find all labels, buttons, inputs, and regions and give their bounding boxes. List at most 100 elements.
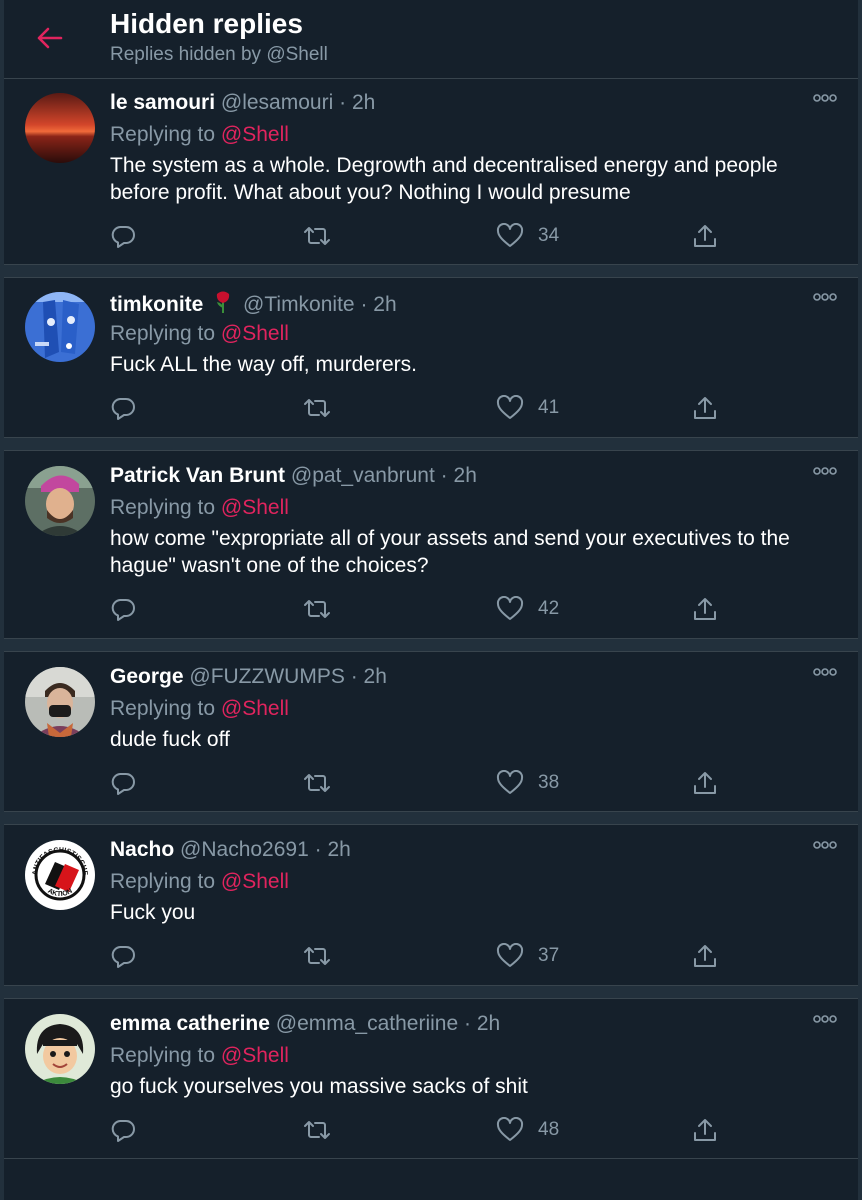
like-button[interactable]: 34 xyxy=(496,221,559,251)
timestamp[interactable]: 2h xyxy=(327,838,350,861)
tweet-header: emma catherine @emma_catheriine · 2h xyxy=(110,1012,501,1035)
tweet-header: George @FUZZWUMPS · 2h xyxy=(110,665,387,688)
mention-link[interactable]: @Shell xyxy=(221,870,289,893)
display-name[interactable]: timkonite xyxy=(110,293,203,316)
timestamp[interactable]: 2h xyxy=(364,665,387,688)
replying-to-label: Replying to xyxy=(110,1044,216,1067)
avatar[interactable] xyxy=(25,667,95,737)
share-icon xyxy=(694,225,716,247)
avatar[interactable] xyxy=(25,466,95,536)
mention-link[interactable]: @Shell xyxy=(221,496,289,519)
share-button[interactable] xyxy=(692,941,718,971)
timestamp[interactable]: 2h xyxy=(477,1012,500,1035)
retweet-button[interactable] xyxy=(302,941,332,971)
like-count: 37 xyxy=(538,945,560,966)
tweet-text: go fuck yourselves you massive sacks of … xyxy=(110,1075,528,1098)
reply-button[interactable] xyxy=(110,1115,136,1145)
user-handle[interactable]: @Timkonite xyxy=(243,293,355,316)
more-icon[interactable] xyxy=(812,1012,838,1026)
replying-to-label: Replying to xyxy=(110,322,216,345)
reply-button[interactable] xyxy=(110,594,136,624)
tweet[interactable]: timkonite @Timkonite · 2h Replying to @S… xyxy=(4,278,858,436)
action-bar: 42 xyxy=(110,594,830,624)
tweet-text: how come "expropriate all of your assets… xyxy=(110,527,790,577)
mention-link[interactable]: @Shell xyxy=(221,1044,289,1067)
share-button[interactable] xyxy=(692,393,718,423)
reply-button[interactable] xyxy=(110,221,136,251)
more-icon[interactable] xyxy=(812,91,838,105)
retweet-button[interactable] xyxy=(302,594,332,624)
divider xyxy=(4,985,858,999)
like-count: 34 xyxy=(538,225,560,246)
user-handle[interactable]: @Nacho2691 xyxy=(180,838,309,861)
like-button[interactable]: 48 xyxy=(496,1115,559,1145)
reply-button[interactable] xyxy=(110,768,136,798)
more-icon[interactable] xyxy=(812,665,838,679)
replying-to: Replying to @Shell xyxy=(110,123,289,147)
reply-icon xyxy=(111,599,135,621)
timestamp[interactable]: 2h xyxy=(373,293,396,316)
reply-button[interactable] xyxy=(110,941,136,971)
back-button[interactable] xyxy=(34,22,66,54)
like-icon xyxy=(496,943,524,967)
more-icon[interactable] xyxy=(812,838,838,852)
like-count: 38 xyxy=(538,772,560,793)
retweet-button[interactable] xyxy=(302,1115,332,1145)
action-bar: 34 xyxy=(110,221,830,251)
like-icon xyxy=(496,1117,524,1141)
like-count: 41 xyxy=(538,397,560,418)
retweet-button[interactable] xyxy=(302,768,332,798)
tweet[interactable]: emma catherine @emma_catheriine · 2h Rep… xyxy=(4,1000,858,1159)
tweet-text: The system as a whole. Degrowth and dece… xyxy=(110,154,778,204)
like-button[interactable]: 41 xyxy=(496,393,559,423)
more-icon[interactable] xyxy=(812,464,838,478)
reply-button[interactable] xyxy=(110,393,136,423)
replying-to: Replying to @Shell xyxy=(110,496,289,520)
share-button[interactable] xyxy=(692,594,718,624)
timestamp[interactable]: 2h xyxy=(352,91,375,114)
share-button[interactable] xyxy=(692,768,718,798)
share-button[interactable] xyxy=(692,1115,718,1145)
like-icon xyxy=(496,770,524,794)
like-count: 42 xyxy=(538,598,560,619)
retweet-icon xyxy=(304,600,330,618)
timestamp[interactable]: 2h xyxy=(454,464,477,487)
share-icon xyxy=(694,397,716,419)
display-name[interactable]: George xyxy=(110,665,184,688)
retweet-button[interactable] xyxy=(302,393,332,423)
reply-icon xyxy=(111,398,135,420)
avatar[interactable]: ANTIFASCHISTISCHE AKTION xyxy=(25,840,95,910)
tweet-text: Fuck ALL the way off, murderers. xyxy=(110,353,417,376)
divider xyxy=(4,811,858,825)
share-button[interactable] xyxy=(692,221,718,251)
retweet-button[interactable] xyxy=(302,221,332,251)
mention-link[interactable]: @Shell xyxy=(221,322,289,345)
tweet[interactable]: le samouri @lesamouri · 2h Replying to @… xyxy=(4,79,858,264)
like-button[interactable]: 37 xyxy=(496,941,559,971)
display-name[interactable]: Patrick Van Brunt xyxy=(110,464,285,487)
avatar[interactable] xyxy=(25,93,95,163)
mention-link[interactable]: @Shell xyxy=(221,697,289,720)
rose-emoji-icon xyxy=(217,291,230,313)
more-icon[interactable] xyxy=(812,290,838,304)
action-bar: 37 xyxy=(110,941,830,971)
avatar[interactable] xyxy=(25,1014,95,1084)
replying-to-label: Replying to xyxy=(110,697,216,720)
mention-link[interactable]: @Shell xyxy=(221,123,289,146)
user-handle[interactable]: @emma_catheriine xyxy=(276,1012,458,1035)
user-handle[interactable]: @pat_vanbrunt xyxy=(291,464,435,487)
back-arrow-icon xyxy=(37,27,63,49)
avatar[interactable] xyxy=(25,292,95,362)
display-name[interactable]: Nacho xyxy=(110,838,174,861)
user-handle[interactable]: @FUZZWUMPS xyxy=(189,665,344,688)
user-handle[interactable]: @lesamouri xyxy=(221,91,333,114)
tweet[interactable]: Patrick Van Brunt @pat_vanbrunt · 2h Rep… xyxy=(4,452,858,638)
tweet[interactable]: George @FUZZWUMPS · 2h Replying to @Shel… xyxy=(4,653,858,811)
display-name[interactable]: emma catherine xyxy=(110,1012,270,1035)
tweet[interactable]: ANTIFASCHISTISCHE AKTION Nacho @Nacho269… xyxy=(4,826,858,984)
like-button[interactable]: 38 xyxy=(496,768,559,798)
display-name[interactable]: le samouri xyxy=(110,91,215,114)
page-header: Hidden replies Replies hidden by @Shell xyxy=(4,0,858,79)
like-button[interactable]: 42 xyxy=(496,594,559,624)
tweet-header: le samouri @lesamouri · 2h xyxy=(110,91,376,114)
